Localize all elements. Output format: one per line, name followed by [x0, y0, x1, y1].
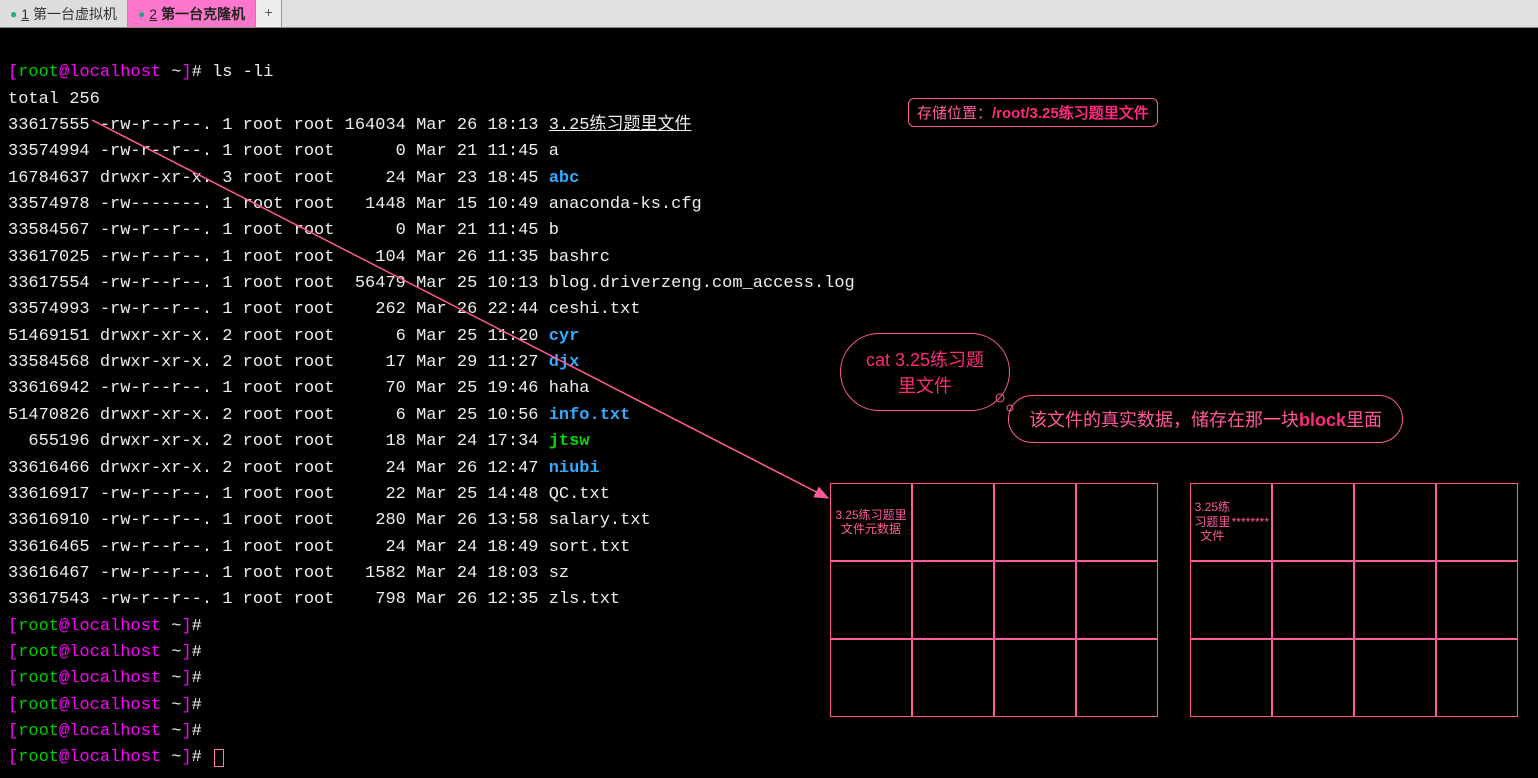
- tab-label: 第一台克隆机: [161, 4, 245, 24]
- grid-cell: [1272, 483, 1354, 561]
- dot-icon: ●: [10, 7, 17, 21]
- command: ls -li: [212, 63, 273, 82]
- file-row: 33617543 -rw-r--r--. 1 root root 798 Mar…: [8, 590, 620, 609]
- grid-cell-label: 3.25练习题里文件元数据: [830, 483, 912, 561]
- grid-cell: [830, 639, 912, 717]
- file-name: a: [549, 142, 559, 161]
- file-row: 33574994 -rw-r--r--. 1 root root 0 Mar 2…: [8, 142, 559, 161]
- dot-icon: ●: [138, 7, 145, 21]
- tab-vm1[interactable]: ● 1 第一台虚拟机: [0, 0, 128, 27]
- file-row: 655196 drwxr-xr-x. 2 root root 18 Mar 24…: [8, 432, 590, 451]
- grid-cell: [1076, 483, 1158, 561]
- grid-cell: [912, 483, 994, 561]
- grid-cell: [1354, 483, 1436, 561]
- file-name: QC.txt: [549, 485, 610, 504]
- file-name: 3.25练习题里文件: [549, 116, 692, 135]
- grid-cell: [1190, 639, 1272, 717]
- file-row: 33616466 drwxr-xr-x. 2 root root 24 Mar …: [8, 459, 600, 478]
- prompt: [root@localhost ~]#: [8, 617, 202, 636]
- file-row: 33616917 -rw-r--r--. 1 root root 22 Mar …: [8, 485, 610, 504]
- file-name: info.txt: [549, 406, 631, 425]
- grid-cell: [1436, 561, 1518, 639]
- file-row: 33574993 -rw-r--r--. 1 root root 262 Mar…: [8, 300, 641, 319]
- tab-bar: ● 1 第一台虚拟机 ● 2 第一台克隆机 +: [0, 0, 1538, 28]
- file-row: 33617025 -rw-r--r--. 1 root root 104 Mar…: [8, 248, 610, 267]
- tab-number: 2: [149, 6, 157, 22]
- grid-cell: [1354, 561, 1436, 639]
- prompt: [root@localhost ~]#: [8, 748, 202, 767]
- file-row: 33574978 -rw-------. 1 root root 1448 Ma…: [8, 195, 702, 214]
- grid-cell: [912, 561, 994, 639]
- grid-cell: [1272, 561, 1354, 639]
- grid-cell: [994, 483, 1076, 561]
- file-name: anaconda-ks.cfg: [549, 195, 702, 214]
- plus-icon: +: [264, 6, 272, 22]
- file-row: 33617554 -rw-r--r--. 1 root root 56479 M…: [8, 274, 855, 293]
- file-name: cyr: [549, 327, 580, 346]
- file-row: 51470826 drwxr-xr-x. 2 root root 6 Mar 2…: [8, 406, 630, 425]
- file-name: bashrc: [549, 248, 610, 267]
- grid-cell: [1076, 639, 1158, 717]
- tab-label: 第一台虚拟机: [33, 4, 117, 24]
- grid-cell: [1190, 561, 1272, 639]
- file-name: zls.txt: [549, 590, 620, 609]
- file-row: 33584568 drwxr-xr-x. 2 root root 17 Mar …: [8, 353, 579, 372]
- file-name: sz: [549, 564, 569, 583]
- grid-cell: [1436, 639, 1518, 717]
- file-row: 16784637 drwxr-xr-x. 3 root root 24 Mar …: [8, 169, 579, 188]
- file-name: haha: [549, 379, 590, 398]
- file-name: ceshi.txt: [549, 300, 641, 319]
- cursor: [214, 749, 224, 767]
- file-row: 33584567 -rw-r--r--. 1 root root 0 Mar 2…: [8, 221, 559, 240]
- annotation-block-bubble: 该文件的真实数据，储存在那一块block里面: [1008, 395, 1403, 443]
- file-name: djx: [549, 353, 580, 372]
- file-row: 33616910 -rw-r--r--. 1 root root 280 Mar…: [8, 511, 651, 530]
- file-name: blog.driverzeng.com_access.log: [549, 274, 855, 293]
- prompt: [root@localhost ~]#: [8, 696, 202, 715]
- file-name: jtsw: [549, 432, 590, 451]
- file-name: niubi: [549, 459, 600, 478]
- grid-cell: [1436, 483, 1518, 561]
- prompt: [root@localhost ~]#: [8, 669, 202, 688]
- grid-cell: [994, 639, 1076, 717]
- file-row: 33616467 -rw-r--r--. 1 root root 1582 Ma…: [8, 564, 569, 583]
- total-line: total 256: [8, 90, 100, 109]
- tab-clone1[interactable]: ● 2 第一台克隆机: [128, 0, 256, 27]
- grid-cell: [1076, 561, 1158, 639]
- grid-cell: [1354, 639, 1436, 717]
- file-name: sort.txt: [549, 538, 631, 557]
- file-row: 33616942 -rw-r--r--. 1 root root 70 Mar …: [8, 379, 590, 398]
- inode-block-grid: 3.25练习题里文件元数据: [830, 483, 1158, 717]
- grid-cell-label: 3.25练习题里文件 ********: [1190, 483, 1272, 561]
- file-name: salary.txt: [549, 511, 651, 530]
- grid-cell: [912, 639, 994, 717]
- prompt: [root@localhost ~]#: [8, 63, 202, 82]
- file-row: 33617555 -rw-r--r--. 1 root root 164034 …: [8, 116, 692, 135]
- new-tab-button[interactable]: +: [256, 0, 282, 27]
- prompt: [root@localhost ~]#: [8, 722, 202, 741]
- data-block-grid: 3.25练习题里文件 ********: [1190, 483, 1518, 717]
- tab-number: 1: [21, 6, 29, 22]
- grid-cell: [830, 561, 912, 639]
- file-name: abc: [549, 169, 580, 188]
- grid-cell: [1272, 639, 1354, 717]
- file-name: b: [549, 221, 559, 240]
- grid-cell: [994, 561, 1076, 639]
- prompt: [root@localhost ~]#: [8, 643, 202, 662]
- annotation-storage-location: 存储位置：/root/3.25练习题里文件: [908, 98, 1158, 127]
- annotation-cat-bubble: cat 3.25练习题里文件: [840, 333, 1010, 411]
- file-row: 33616465 -rw-r--r--. 1 root root 24 Mar …: [8, 538, 630, 557]
- file-row: 51469151 drwxr-xr-x. 2 root root 6 Mar 2…: [8, 327, 579, 346]
